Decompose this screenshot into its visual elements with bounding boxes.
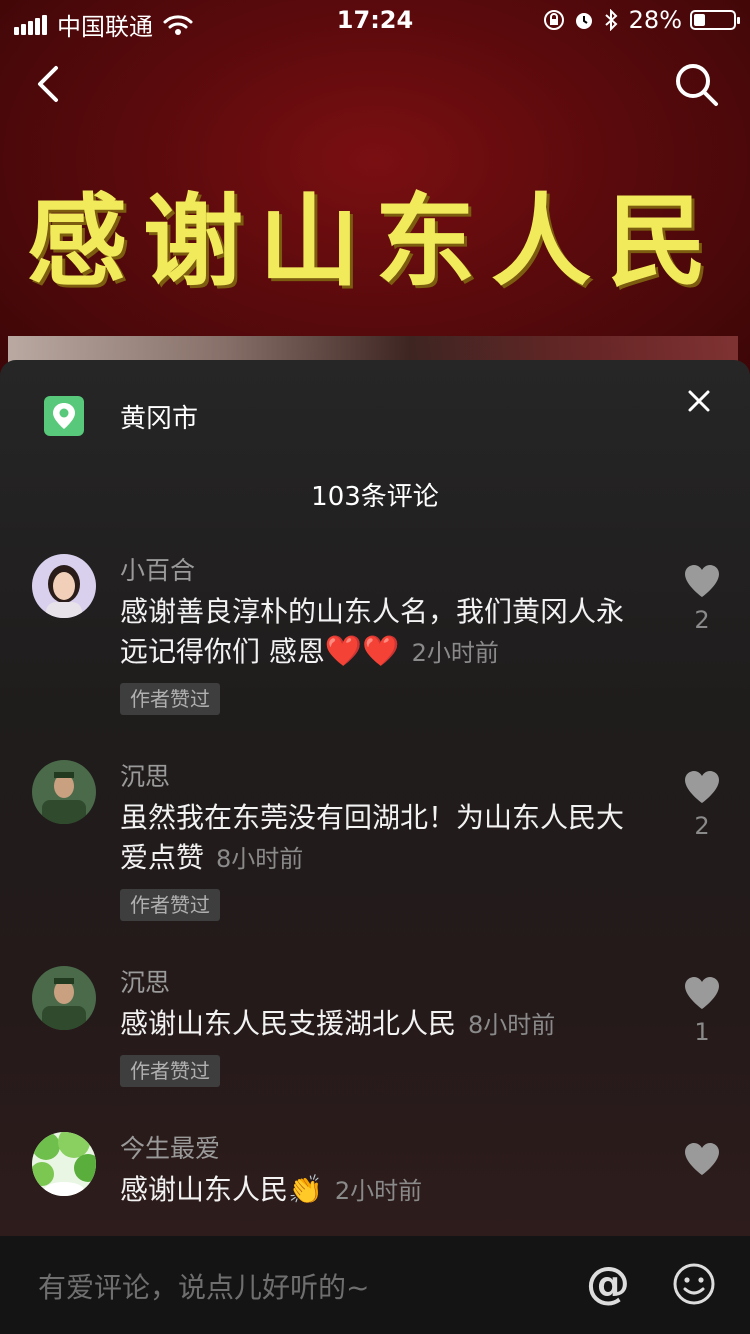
location-pin-icon xyxy=(44,396,84,436)
back-icon[interactable] xyxy=(28,60,72,108)
clap-emoji: 👏 xyxy=(288,1173,323,1206)
comment-time: 8小时前 xyxy=(216,845,304,873)
location-row[interactable]: 黄冈市 xyxy=(44,396,198,436)
comment-text-content: 虽然我在东莞没有回湖北！为山东人民大爱点赞 xyxy=(120,801,625,874)
author-liked-badge: 作者赞过 xyxy=(120,683,220,715)
author-liked-badge: 作者赞过 xyxy=(120,1055,220,1087)
comment-text: 感谢山东人民支援湖北人民 8小时前 xyxy=(120,1004,640,1045)
comment-time: 8小时前 xyxy=(468,1011,556,1039)
comment-username[interactable]: 沉思 xyxy=(120,760,640,794)
comment-username[interactable]: 今生最爱 xyxy=(120,1132,640,1166)
avatar[interactable] xyxy=(32,760,96,824)
red-heart-emoji: ❤️❤️ xyxy=(324,634,400,669)
avatar[interactable] xyxy=(32,1132,96,1196)
like-count: 2 xyxy=(694,812,710,840)
comment-time: 2小时前 xyxy=(411,639,499,667)
like-count: 1 xyxy=(694,1018,710,1046)
comment-text: 感谢山东人民👏 2小时前 xyxy=(120,1170,640,1211)
author-liked-badge: 作者赞过 xyxy=(120,889,220,921)
avatar[interactable] xyxy=(32,966,96,1030)
heart-icon xyxy=(685,771,719,803)
heart-icon xyxy=(685,1143,719,1175)
like-button[interactable]: 2 xyxy=(680,770,724,840)
like-button[interactable]: 2 xyxy=(680,564,724,634)
lock-rotation-icon xyxy=(543,10,564,30)
battery-percent: 28% xyxy=(628,6,682,34)
heart-icon xyxy=(685,565,719,597)
close-icon[interactable] xyxy=(684,386,714,416)
emoji-icon[interactable] xyxy=(672,1262,716,1306)
location-label: 黄冈市 xyxy=(120,403,199,434)
video-banner-text: 感谢山东人民 xyxy=(27,182,723,300)
bluetooth-icon xyxy=(604,9,618,31)
at-icon[interactable]: @ xyxy=(584,1260,632,1308)
heart-icon xyxy=(685,977,719,1009)
like-button[interactable] xyxy=(680,1142,724,1184)
alarm-icon xyxy=(575,13,592,29)
battery-icon xyxy=(690,10,740,30)
comment-username[interactable]: 沉思 xyxy=(120,966,640,1000)
avatar[interactable] xyxy=(32,554,96,618)
comment-input-bar: 有爱评论，说点儿好听的~ @ xyxy=(0,1236,750,1334)
comment-text-content: 感谢山东人民 xyxy=(120,1173,289,1206)
comment-sheet: 黄冈市 103条评论 小百合 感谢善良淳朴的山东人名，我们黄冈人永远记得你们 感… xyxy=(0,360,750,1236)
status-bar: 中国联通 17:24 28% xyxy=(0,0,750,41)
comment-text-content: 感谢山东人民支援湖北人民 xyxy=(120,1007,457,1040)
like-count: 2 xyxy=(694,606,710,634)
comment-username[interactable]: 小百合 xyxy=(120,554,640,588)
comment-text: 虽然我在东莞没有回湖北！为山东人民大爱点赞 8小时前 xyxy=(120,798,640,879)
comment-count: 103条评论 xyxy=(311,482,439,512)
comment-time: 2小时前 xyxy=(334,1177,423,1205)
search-icon[interactable] xyxy=(672,60,722,110)
like-button[interactable]: 1 xyxy=(680,976,724,1046)
comment-input[interactable]: 有爱评论，说点儿好听的~ xyxy=(38,1266,369,1306)
battery-fill xyxy=(694,14,705,26)
comment-text: 感谢善良淳朴的山东人名，我们黄冈人永远记得你们 感恩❤️❤️ 2小时前 xyxy=(120,592,640,673)
